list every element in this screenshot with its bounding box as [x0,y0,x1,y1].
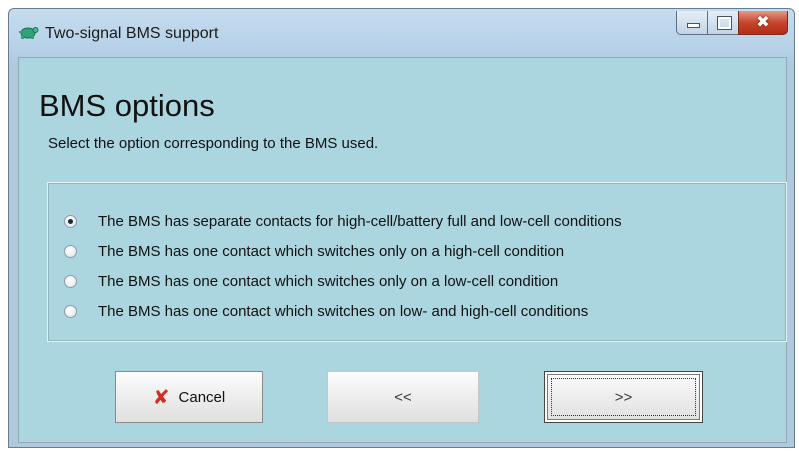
focus-ring [551,378,696,416]
back-button[interactable]: << [327,371,479,423]
close-icon: ✖ [756,12,770,31]
option-label[interactable]: The BMS has separate contacts for high-c… [98,213,622,230]
cancel-button-label: Cancel [178,388,226,406]
option-label[interactable]: The BMS has one contact which switches o… [98,243,564,260]
radio-button[interactable] [64,214,77,228]
close-button[interactable]: ✖ [738,11,788,35]
minimize-button[interactable] [676,11,708,35]
option-label[interactable]: The BMS has one contact which switches o… [98,273,558,290]
bms-option-high-cell-only[interactable]: The BMS has one contact which switches o… [64,241,564,261]
next-button[interactable]: >> [544,371,703,423]
page-title: BMS options [39,88,215,123]
radio-selected-dot [68,218,73,224]
radio-button[interactable] [64,304,77,318]
x-icon: ✘ [152,385,170,409]
window-controls: ✖ [676,11,788,35]
cancel-button[interactable]: ✘ Cancel [115,371,263,423]
maximize-icon [717,16,732,30]
minimize-icon [687,23,700,28]
option-label[interactable]: The BMS has one contact which switches o… [98,303,588,320]
page-subtitle: Select the option corresponding to the B… [48,135,379,152]
title-bar[interactable]: Two-signal BMS support ✖ [9,9,794,59]
radio-button[interactable] [64,274,77,288]
back-button-label: << [394,388,412,406]
window-title: Two-signal BMS support [45,25,219,42]
bms-option-low-and-high-cell[interactable]: The BMS has one contact which switches o… [64,301,588,321]
turtle-icon [19,27,39,39]
bms-option-low-cell-only[interactable]: The BMS has one contact which switches o… [64,271,558,291]
maximize-button[interactable] [707,11,739,35]
bms-option-separate-contacts[interactable]: The BMS has separate contacts for high-c… [64,211,622,231]
radio-button[interactable] [64,244,77,258]
dialog-window: Two-signal BMS support ✖ BMS options Sel… [8,8,795,448]
